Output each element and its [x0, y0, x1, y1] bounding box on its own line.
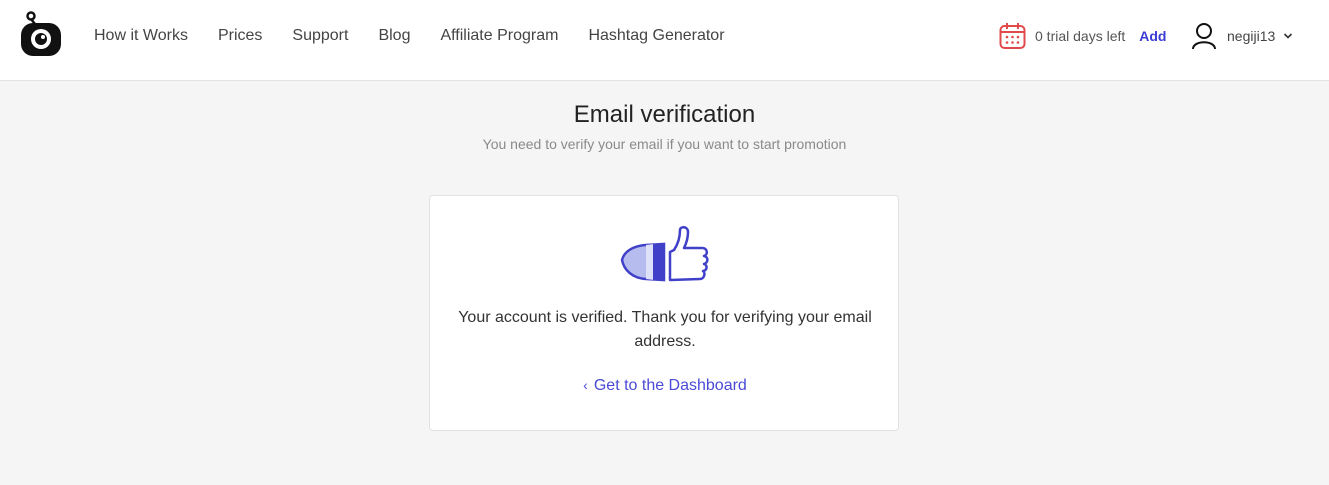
- page-title: Email verification: [573, 101, 756, 128]
- page-heading: Email verification You need to verify yo…: [0, 100, 1329, 152]
- chevron-left-icon: ‹: [583, 377, 588, 393]
- username: negiji13: [1227, 28, 1276, 44]
- nav-hashtag-generator[interactable]: Hashtag Generator: [588, 26, 724, 46]
- nav-prices[interactable]: Prices: [218, 26, 262, 46]
- verification-card: Your account is verified. Thank you for …: [429, 195, 899, 431]
- nav-affiliate-program[interactable]: Affiliate Program: [440, 26, 558, 46]
- top-navbar: How it Works Prices Support Blog Affilia…: [0, 0, 1329, 81]
- chevron-down-icon: [1284, 33, 1293, 39]
- page-subtitle: You need to verify your email if you wan…: [482, 136, 847, 152]
- dashboard-link[interactable]: ‹ Get to the Dashboard: [430, 377, 900, 395]
- user-menu[interactable]: negiji13: [1191, 22, 1293, 50]
- trial-status: 0 trial days left Add: [999, 22, 1166, 50]
- nav-how-it-works[interactable]: How it Works: [94, 26, 188, 46]
- dashboard-link-label: Get to the Dashboard: [593, 377, 747, 394]
- logo-icon[interactable]: [17, 10, 65, 58]
- calendar-icon: [999, 23, 1026, 49]
- user-icon: [1192, 23, 1216, 50]
- main-nav: How it Works Prices Support Blog Affilia…: [94, 26, 755, 46]
- thumbs-up-icon: [620, 226, 709, 282]
- add-days-button[interactable]: Add: [1139, 28, 1166, 44]
- nav-blog[interactable]: Blog: [378, 26, 410, 46]
- trial-days-text: 0 trial days left: [1035, 28, 1126, 44]
- nav-support[interactable]: Support: [292, 26, 348, 46]
- verified-message: Your account is verified. Thank you for …: [458, 309, 872, 350]
